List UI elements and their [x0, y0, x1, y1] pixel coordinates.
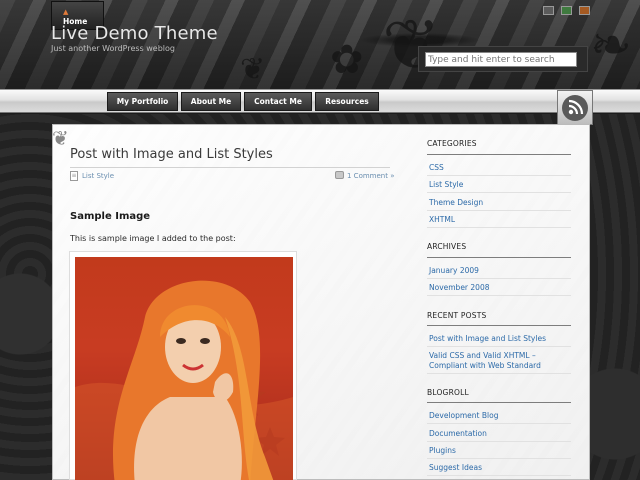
divider: [427, 423, 571, 424]
sidebar-item-list-style[interactable]: List Style: [429, 180, 463, 189]
search-input[interactable]: [425, 52, 577, 67]
divider: [427, 192, 571, 193]
sidebar-rule: [427, 154, 571, 155]
category-page-icon: ≡: [70, 171, 78, 181]
divider: [427, 227, 571, 228]
sidebar-heading-categories: CATEGORIES: [427, 139, 477, 148]
post-subheading: Sample Image: [70, 211, 151, 222]
sidebar-item-recent-post-2-cont[interactable]: Compliant with Web Standard: [429, 361, 541, 370]
style-swatch-orange[interactable]: [579, 6, 590, 15]
style-swatch-gray[interactable]: [543, 6, 554, 15]
nav-label: Contact Me: [254, 97, 302, 106]
sidebar-item-recent-post-1[interactable]: Post with Image and List Styles: [429, 334, 546, 343]
sidebar-item-november-2008[interactable]: November 2008: [429, 283, 490, 292]
sidebar-heading-archives: ARCHIVES: [427, 242, 467, 251]
sidebar-item-january-2009[interactable]: January 2009: [429, 266, 479, 275]
nav-label: Resources: [325, 97, 369, 106]
sidebar-item-xhtml[interactable]: XHTML: [429, 215, 455, 224]
nav-my-portfolio[interactable]: My Portfolio: [107, 92, 178, 111]
sidebar-item-suggest-ideas[interactable]: Suggest Ideas: [429, 463, 482, 472]
sidebar-item-css[interactable]: CSS: [429, 163, 444, 172]
divider: [427, 441, 571, 442]
style-switcher: [543, 6, 590, 15]
rss-feed-button[interactable]: [557, 90, 593, 125]
rss-feed-icon: [562, 95, 588, 121]
sidebar-item-plugins[interactable]: Plugins: [429, 446, 456, 455]
nav-contact-me[interactable]: Contact Me: [244, 92, 312, 111]
divider: [427, 458, 571, 459]
nav-about-me[interactable]: About Me: [181, 92, 241, 111]
sidebar-heading-recent-posts: RECENT POSTS: [427, 311, 487, 320]
divider: [70, 167, 390, 168]
divider: [427, 475, 571, 476]
nav-label: About Me: [190, 97, 232, 106]
post-category-link[interactable]: List Style: [82, 172, 114, 180]
search-box: [418, 46, 588, 72]
sidebar-item-theme-design[interactable]: Theme Design: [429, 198, 483, 207]
sidebar-rule: [427, 402, 571, 403]
divider: [427, 346, 571, 347]
site-tagline: Just another WordPress weblog: [51, 44, 176, 53]
post-body-text: This is sample image I added to the post…: [70, 234, 236, 243]
main-navigation: My Portfolio About Me Contact Me Resourc…: [0, 89, 640, 113]
divider: [427, 210, 571, 211]
sidebar-rule: [427, 325, 571, 326]
sidebar-item-development-blog[interactable]: Development Blog: [429, 411, 498, 420]
divider: [427, 175, 571, 176]
nav-resources[interactable]: Resources: [315, 92, 379, 111]
divider: [427, 278, 571, 279]
sidebar-heading-blogroll: BLOGROLL: [427, 388, 469, 397]
comment-bubble-icon: [335, 171, 344, 179]
post-title[interactable]: Post with Image and List Styles: [70, 147, 273, 162]
header-ornament: ❧: [590, 16, 632, 74]
sidebar-item-documentation[interactable]: Documentation: [429, 429, 487, 438]
header-ornament: ❦: [240, 52, 266, 87]
divider: [427, 295, 571, 296]
post-comments-link[interactable]: 1 Comment »: [347, 172, 394, 180]
divider: [427, 373, 571, 374]
sidebar-rule: [427, 257, 571, 258]
home-icon: ▲: [63, 8, 69, 16]
header-ornament: ✿: [330, 37, 364, 83]
post-image: [75, 257, 293, 480]
post-image-frame: [69, 251, 297, 480]
sidebar-item-recent-post-2[interactable]: Valid CSS and Valid XHTML –: [429, 351, 536, 360]
site-title[interactable]: Live Demo Theme: [51, 23, 218, 44]
style-swatch-green[interactable]: [561, 6, 572, 15]
corner-ornament: ❦: [52, 126, 69, 150]
nav-label: My Portfolio: [116, 97, 169, 106]
